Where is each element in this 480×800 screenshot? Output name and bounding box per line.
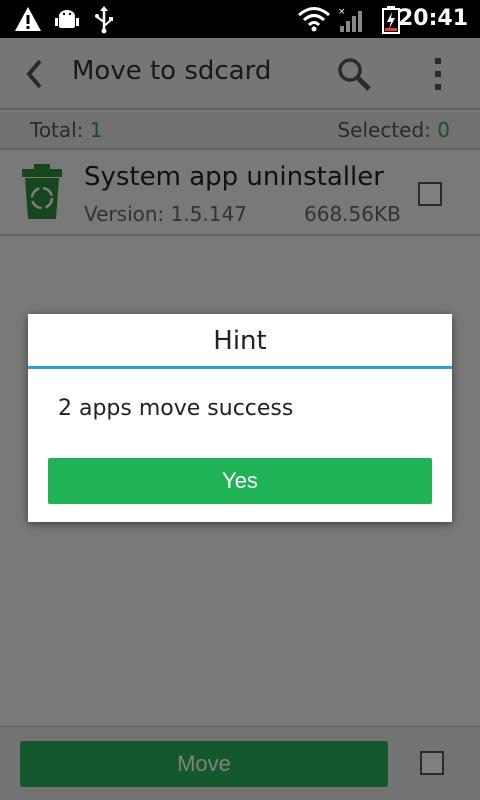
clock: 20:41	[397, 6, 468, 31]
usb-icon	[95, 6, 113, 34]
svg-text:×: ×	[338, 7, 346, 17]
yes-button[interactable]: Yes	[48, 458, 432, 504]
dialog-title: Hint	[213, 326, 267, 356]
signal-icon: ×	[338, 7, 362, 32]
status-bar: × 20:41	[0, 0, 480, 38]
hint-dialog: Hint 2 apps move success Yes	[28, 314, 452, 522]
dialog-divider	[28, 366, 452, 369]
warning-icon	[15, 7, 41, 31]
dialog-message: 2 apps move success	[58, 396, 294, 421]
android-debug-icon	[55, 10, 79, 28]
wifi-icon	[298, 7, 330, 32]
